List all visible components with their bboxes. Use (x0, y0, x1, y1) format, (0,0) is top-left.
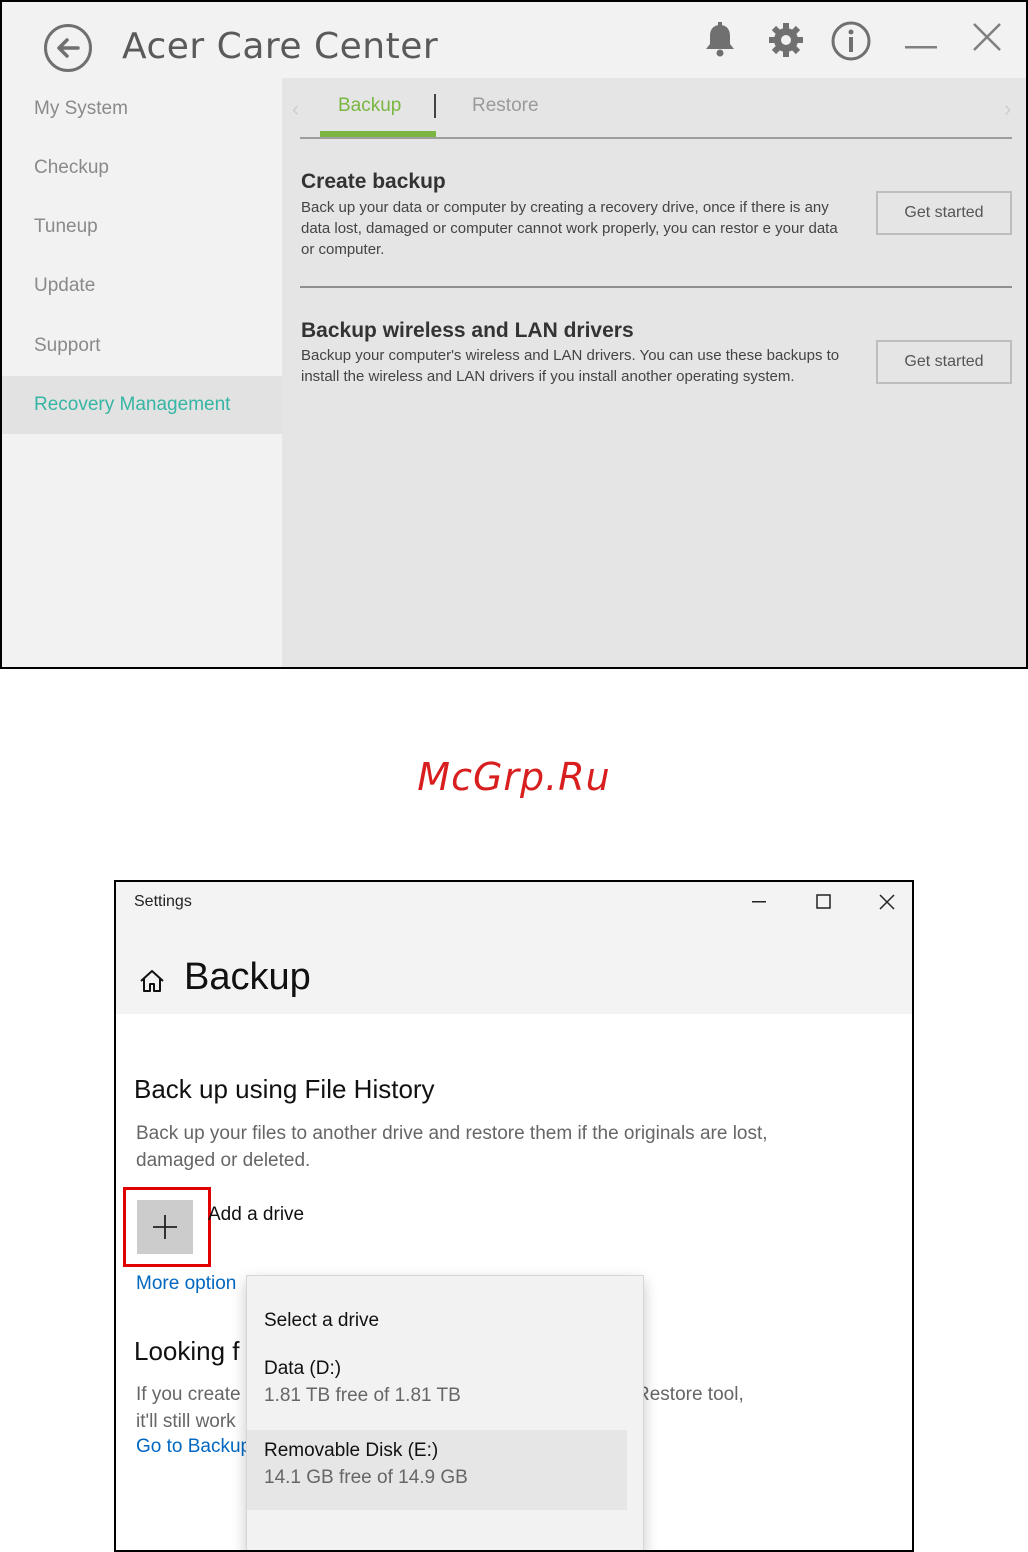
looking-line-1: If you create (136, 1384, 241, 1405)
chevron-left-icon[interactable]: ‹ (292, 96, 299, 122)
gear-icon[interactable] (766, 20, 806, 60)
minimize-icon[interactable] (902, 20, 942, 60)
drive-name: Removable Disk (E:) (264, 1440, 439, 1461)
watermark: McGrp.Ru (417, 755, 611, 799)
backup-drivers-title: Backup wireless and LAN drivers (301, 319, 634, 342)
looking-line-2: it'll still work (136, 1411, 236, 1432)
create-backup-description: Back up your data or computer by creatin… (301, 199, 838, 258)
sidebar-item-tuneup[interactable]: Tuneup (2, 198, 282, 256)
back-button[interactable] (44, 24, 92, 72)
create-backup-get-started-button[interactable]: Get started (876, 191, 1012, 235)
sidebar-item-my-system[interactable]: My System (2, 80, 282, 138)
tab-backup[interactable]: Backup (338, 95, 401, 117)
sidebar: My System Checkup Tuneup Update Support … (2, 78, 282, 667)
drive-picker-title: Select a drive (264, 1310, 380, 1331)
home-icon[interactable] (138, 968, 166, 999)
file-history-title: Back up using File History (134, 1074, 435, 1104)
bell-icon[interactable] (700, 20, 740, 60)
sidebar-item-checkup[interactable]: Checkup (2, 139, 282, 197)
sidebar-item-support[interactable]: Support (2, 317, 282, 375)
app-title: Acer Care Center (122, 26, 439, 67)
tab-restore[interactable]: Restore (472, 95, 539, 117)
sidebar-item-update[interactable]: Update (2, 257, 282, 315)
page-title: Backup (184, 956, 311, 998)
drive-option-removable-disk-e[interactable]: Removable Disk (E:) 14.1 GB free of 14.9… (247, 1430, 627, 1510)
backup-drivers-get-started-button[interactable]: Get started (876, 340, 1012, 384)
sidebar-item-recovery-management[interactable]: Recovery Management (2, 376, 282, 434)
info-icon[interactable] (830, 20, 871, 61)
settings-window: Settings Backup Back up using File Histo… (114, 880, 914, 1552)
drive-name: Data (D:) (264, 1358, 342, 1379)
minimize-icon[interactable] (736, 888, 782, 916)
main-panel: ‹ Backup Restore › Create backup Back up… (282, 78, 1026, 667)
looking-title: Looking f (134, 1336, 240, 1366)
window-title: Settings (134, 893, 192, 910)
maximize-icon[interactable] (800, 888, 846, 916)
back-arrow-icon (57, 38, 80, 58)
close-icon[interactable] (968, 20, 1008, 60)
section-divider (300, 286, 1012, 288)
acer-titlebar: Acer Care Center (2, 2, 1026, 78)
add-drive-label[interactable]: Add a drive (208, 1204, 304, 1226)
acer-care-center-window: Acer Care Center My System Checkup Tuneu… (0, 0, 1028, 669)
more-options-link[interactable]: More option (136, 1273, 236, 1295)
drive-picker-flyout: Select a drive Data (D:) 1.81 TB free of… (246, 1275, 644, 1550)
go-to-backup-link[interactable]: Go to Backup (136, 1436, 251, 1458)
file-history-description: Back up your files to another drive and … (136, 1123, 768, 1171)
looking-line-1-right: Restore tool, (636, 1384, 744, 1405)
settings-header: Settings Backup (116, 882, 912, 1014)
drive-option-data-d[interactable]: Data (D:) 1.81 TB free of 1.81 TB (247, 1348, 627, 1428)
drive-free-space: 1.81 TB free of 1.81 TB (264, 1385, 461, 1406)
tab-divider (300, 137, 1012, 139)
highlight-frame (123, 1187, 211, 1267)
tab-separator (434, 94, 436, 118)
create-backup-title: Create backup (301, 170, 446, 193)
chevron-right-icon[interactable]: › (1004, 96, 1011, 122)
drive-free-space: 14.1 GB free of 14.9 GB (264, 1467, 468, 1488)
backup-drivers-description: Backup your computer's wireless and LAN … (301, 347, 840, 385)
close-icon[interactable] (864, 888, 910, 916)
looking-description: If you create it'll still work (136, 1381, 241, 1435)
